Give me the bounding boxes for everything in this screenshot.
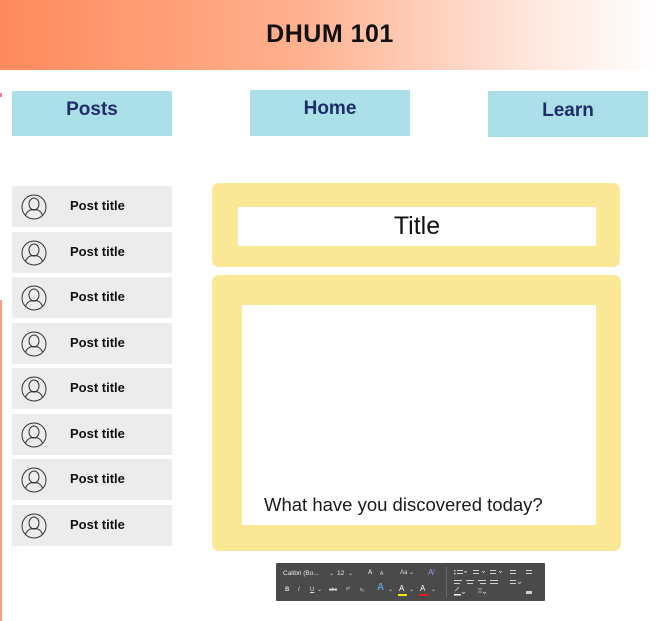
font-name-chevron-icon[interactable]: ⌄ bbox=[329, 571, 334, 578]
underline-button[interactable]: U bbox=[310, 587, 314, 594]
post-title: Post title bbox=[70, 471, 125, 486]
body-card: What have you discovered today? bbox=[212, 275, 621, 551]
title-card bbox=[212, 183, 620, 267]
post-item[interactable]: Post title bbox=[12, 414, 172, 455]
post-item[interactable]: Post title bbox=[12, 459, 172, 500]
user-avatar-icon bbox=[21, 422, 47, 448]
underline-chevron-icon[interactable]: ⌄ bbox=[317, 587, 322, 594]
highlight-button[interactable]: A bbox=[399, 585, 404, 593]
post-item[interactable]: Post title bbox=[12, 232, 172, 273]
subscript-button[interactable]: x₂ bbox=[360, 587, 364, 594]
font-color-button[interactable]: A bbox=[420, 585, 425, 593]
post-title: Post title bbox=[70, 426, 125, 441]
edge-marker bbox=[0, 93, 2, 97]
grow-font-button[interactable]: A bbox=[368, 570, 372, 577]
font-color-swatch bbox=[419, 594, 428, 596]
clear-formatting-icon[interactable]: A̸ bbox=[428, 569, 433, 577]
user-avatar-icon bbox=[21, 285, 47, 311]
highlight-color-swatch bbox=[398, 594, 407, 596]
font-name-select[interactable]: Calibri (Bo... bbox=[283, 570, 319, 577]
shrink-font-button[interactable]: A bbox=[380, 571, 383, 578]
user-avatar-icon bbox=[21, 467, 47, 493]
body-prompt: What have you discovered today? bbox=[264, 494, 543, 515]
post-item[interactable]: Post title bbox=[12, 186, 172, 227]
nav-posts-button[interactable]: Posts bbox=[12, 91, 172, 136]
post-title: Post title bbox=[70, 380, 125, 395]
strikethrough-button[interactable]: abc bbox=[329, 587, 337, 594]
font-size-select[interactable]: 12 bbox=[337, 570, 344, 577]
italic-button[interactable]: I bbox=[298, 587, 300, 594]
post-body-editor[interactable]: What have you discovered today? bbox=[242, 305, 596, 525]
nav-home-button[interactable]: Home bbox=[250, 90, 410, 136]
user-avatar-icon bbox=[21, 240, 47, 266]
formatting-toolbar: Calibri (Bo... ⌄ 12 ⌄ A A Aa ⌄ A̸ B I U … bbox=[276, 563, 545, 601]
post-title: Post title bbox=[70, 517, 125, 532]
font-color-chevron-icon[interactable]: ⌄ bbox=[431, 587, 436, 594]
post-title: Post title bbox=[70, 244, 125, 259]
toolbar-divider bbox=[446, 567, 447, 597]
post-title: Post title bbox=[70, 289, 125, 304]
superscript-button[interactable]: x² bbox=[346, 586, 350, 593]
change-case-button[interactable]: Aa ⌄ bbox=[400, 570, 414, 577]
header-banner: DHUM 101 bbox=[0, 0, 660, 70]
post-item[interactable]: Post title bbox=[12, 368, 172, 409]
text-effects-button[interactable]: A bbox=[377, 583, 384, 593]
post-item[interactable]: Post title bbox=[12, 277, 172, 318]
paragraph-controls-icon[interactable] bbox=[452, 567, 540, 599]
user-avatar-icon bbox=[21, 376, 47, 402]
user-avatar-icon bbox=[21, 513, 47, 539]
user-avatar-icon bbox=[21, 194, 47, 220]
text-effects-chevron-icon[interactable]: ⌄ bbox=[388, 587, 393, 594]
post-title: Post title bbox=[70, 198, 125, 213]
bold-button[interactable]: B bbox=[285, 587, 289, 594]
user-avatar-icon bbox=[21, 331, 47, 357]
edge-accent bbox=[0, 300, 2, 621]
font-size-chevron-icon[interactable]: ⌄ bbox=[348, 571, 353, 578]
post-item[interactable]: Post title bbox=[12, 323, 172, 364]
page-title: DHUM 101 bbox=[266, 20, 394, 48]
highlight-chevron-icon[interactable]: ⌄ bbox=[409, 587, 414, 594]
post-item[interactable]: Post title bbox=[12, 505, 172, 546]
post-title: Post title bbox=[70, 335, 125, 350]
nav-learn-button[interactable]: Learn bbox=[488, 91, 648, 137]
title-input[interactable] bbox=[238, 207, 596, 246]
